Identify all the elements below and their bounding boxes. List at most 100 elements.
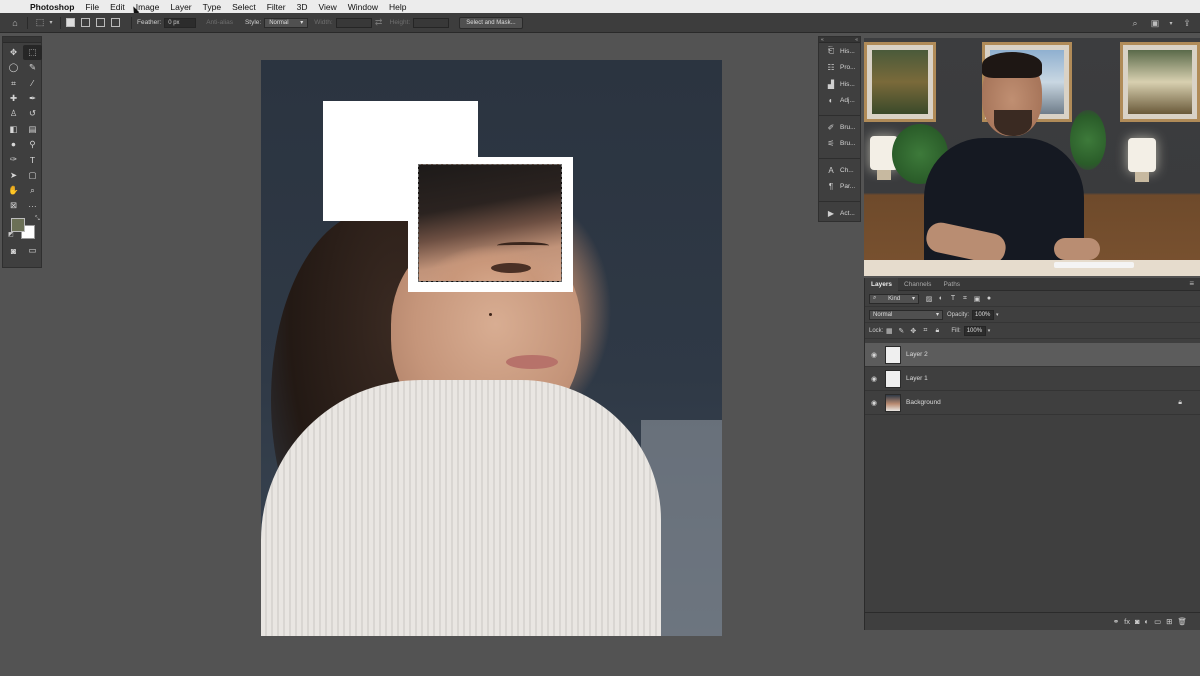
menu-type[interactable]: Type bbox=[203, 2, 221, 12]
menu-window[interactable]: Window bbox=[348, 2, 378, 12]
layer-name[interactable]: Background bbox=[906, 399, 941, 406]
default-colors-icon[interactable]: ◩ bbox=[8, 231, 14, 238]
chevron-down-icon[interactable]: ▾ bbox=[996, 312, 999, 318]
quick-selection-tool-icon[interactable]: ✎ bbox=[23, 60, 42, 75]
menu-view[interactable]: View bbox=[318, 2, 336, 12]
anti-alias-checkbox[interactable]: Anti-alias bbox=[206, 19, 233, 26]
panel-brushes[interactable]: ✐ Bru... bbox=[819, 119, 860, 136]
dodge-tool-icon[interactable]: ⚲ bbox=[23, 137, 42, 152]
menu-3d[interactable]: 3D bbox=[297, 2, 308, 12]
menu-file[interactable]: File bbox=[85, 2, 99, 12]
opacity-input[interactable]: 100% bbox=[972, 309, 995, 320]
intersect-selection-icon[interactable] bbox=[111, 18, 120, 27]
panel-properties[interactable]: ☷ Pro... bbox=[819, 60, 860, 77]
blend-mode-select[interactable]: Normal ▾ bbox=[869, 309, 943, 320]
lock-image-pixels-icon[interactable]: ✎ bbox=[895, 327, 907, 335]
layer-name[interactable]: Layer 1 bbox=[906, 375, 928, 382]
tab-paths[interactable]: Paths bbox=[937, 278, 966, 291]
foreground-color-swatch[interactable] bbox=[11, 218, 25, 233]
collapse-icon[interactable]: « bbox=[821, 37, 824, 43]
filter-type-icon[interactable]: T bbox=[947, 295, 959, 302]
link-layers-icon[interactable]: ⚭ bbox=[1113, 617, 1119, 626]
feather-input[interactable]: 0 px bbox=[164, 17, 197, 28]
search-icon[interactable]: ⌕ bbox=[1128, 16, 1142, 30]
filter-pixel-icon[interactable]: ▨ bbox=[923, 295, 935, 303]
lock-icon[interactable]: 🔒︎ bbox=[1178, 399, 1182, 407]
add-mask-icon[interactable]: ◙ bbox=[1135, 617, 1140, 626]
path-selection-tool-icon[interactable]: ➤ bbox=[4, 167, 23, 182]
eraser-tool-icon[interactable]: ◧ bbox=[4, 121, 23, 136]
chevron-down-icon[interactable]: ▾ bbox=[1168, 16, 1174, 30]
frame-tool-icon[interactable]: ⊠ bbox=[4, 198, 23, 213]
healing-brush-tool-icon[interactable]: ✚ bbox=[4, 91, 23, 106]
hand-tool-icon[interactable]: ✋ bbox=[4, 183, 23, 198]
menu-edit[interactable]: Edit bbox=[110, 2, 125, 12]
blur-tool-icon[interactable]: ● bbox=[4, 137, 23, 152]
select-and-mask-button[interactable]: Select and Mask... bbox=[459, 16, 523, 29]
chevron-down-icon[interactable]: ▾ bbox=[988, 328, 991, 334]
layer-row-layer-1[interactable]: ◉ Layer 1 bbox=[865, 367, 1200, 391]
more-tools-icon[interactable]: ··· bbox=[23, 198, 42, 213]
tab-layers[interactable]: Layers bbox=[865, 277, 898, 291]
layer-name[interactable]: Layer 2 bbox=[906, 351, 928, 358]
menu-image[interactable]: Image bbox=[136, 2, 160, 12]
swap-dimensions-icon[interactable]: ⇄ bbox=[372, 16, 386, 30]
new-adjustment-layer-icon[interactable]: ◐ bbox=[1145, 617, 1150, 626]
type-tool-icon[interactable]: T bbox=[23, 152, 42, 167]
new-group-icon[interactable]: ▭ bbox=[1154, 617, 1161, 626]
visibility-eye-icon[interactable]: ◉ bbox=[866, 399, 882, 407]
screen-mode-icon[interactable]: ▭ bbox=[23, 243, 42, 258]
menu-help[interactable]: Help bbox=[389, 2, 406, 12]
visibility-eye-icon[interactable]: ◉ bbox=[866, 351, 882, 359]
workspace-icon[interactable]: ▣ bbox=[1148, 16, 1162, 30]
move-tool-icon[interactable]: ✥ bbox=[4, 45, 23, 60]
panel-histogram[interactable]: ▟ His... bbox=[819, 76, 860, 93]
gradient-tool-icon[interactable]: ▤ bbox=[23, 121, 42, 136]
chevron-down-icon[interactable]: ▾ bbox=[47, 16, 55, 30]
filter-kind-select[interactable]: ⌕ Kind ▾ bbox=[869, 293, 919, 304]
menu-layer[interactable]: Layer bbox=[170, 2, 191, 12]
share-icon[interactable]: ⇪ bbox=[1180, 16, 1194, 30]
lock-all-icon[interactable]: 🔒︎ bbox=[931, 327, 943, 335]
quick-mask-icon[interactable]: ◙ bbox=[4, 243, 23, 258]
tab-channels[interactable]: Channels bbox=[898, 278, 937, 291]
rectangle-tool-icon[interactable]: ▢ bbox=[23, 167, 42, 182]
panel-paragraph[interactable]: ¶ Par... bbox=[819, 179, 860, 196]
new-layer-icon[interactable]: ⊞ bbox=[1166, 617, 1172, 626]
add-to-selection-icon[interactable] bbox=[81, 18, 90, 27]
new-selection-icon[interactable] bbox=[66, 18, 75, 27]
filter-adjustment-icon[interactable]: ◐ bbox=[935, 295, 947, 302]
marquee-selection[interactable] bbox=[418, 164, 562, 282]
panel-menu-icon[interactable]: ≡ bbox=[1189, 279, 1194, 288]
panel-brush-settings[interactable]: ⚟ Bru... bbox=[819, 136, 860, 153]
fill-input[interactable]: 100% bbox=[963, 325, 986, 336]
expand-icon[interactable]: « bbox=[855, 37, 858, 43]
panel-adjustments[interactable]: ◐ Adj... bbox=[819, 93, 860, 110]
width-input[interactable] bbox=[335, 17, 372, 28]
pen-tool-icon[interactable]: ✑ bbox=[4, 152, 23, 167]
zoom-tool-icon[interactable]: ⌕ bbox=[23, 183, 42, 198]
clone-stamp-tool-icon[interactable]: ♙ bbox=[4, 106, 23, 121]
layer-style-icon[interactable]: fx bbox=[1124, 617, 1130, 626]
crop-tool-icon[interactable]: ⌗ bbox=[4, 76, 23, 91]
style-select[interactable]: Normal ▾ bbox=[264, 17, 309, 28]
filter-toggle-icon[interactable]: ● bbox=[983, 295, 995, 302]
lock-position-icon[interactable]: ✥ bbox=[907, 327, 919, 335]
brush-tool-icon[interactable]: ✒ bbox=[23, 91, 42, 106]
rectangular-marquee-tool-icon[interactable]: ⬚ bbox=[23, 45, 42, 61]
delete-layer-icon[interactable]: 🗑︎ bbox=[1177, 617, 1187, 626]
history-brush-tool-icon[interactable]: ↺ bbox=[23, 106, 42, 121]
menu-filter[interactable]: Filter bbox=[267, 2, 286, 12]
marquee-preset-icon[interactable]: ⬚ bbox=[33, 16, 47, 30]
filter-smart-object-icon[interactable]: ▣ bbox=[971, 295, 983, 303]
home-icon[interactable]: ⌂ bbox=[8, 16, 22, 30]
panel-history[interactable]: ⎗ His... bbox=[819, 43, 860, 60]
filter-shape-icon[interactable]: ⌗ bbox=[959, 295, 971, 303]
panel-actions[interactable]: ▶ Act... bbox=[819, 205, 860, 222]
app-name[interactable]: Photoshop bbox=[30, 2, 74, 12]
layer-row-layer-2[interactable]: ◉ Layer 2 bbox=[865, 343, 1200, 367]
height-input[interactable] bbox=[413, 17, 450, 28]
lasso-tool-icon[interactable]: ◯ bbox=[4, 60, 23, 75]
layer-row-background[interactable]: ◉ Background 🔒︎ bbox=[865, 391, 1200, 415]
panel-character[interactable]: A Ch... bbox=[819, 162, 860, 179]
